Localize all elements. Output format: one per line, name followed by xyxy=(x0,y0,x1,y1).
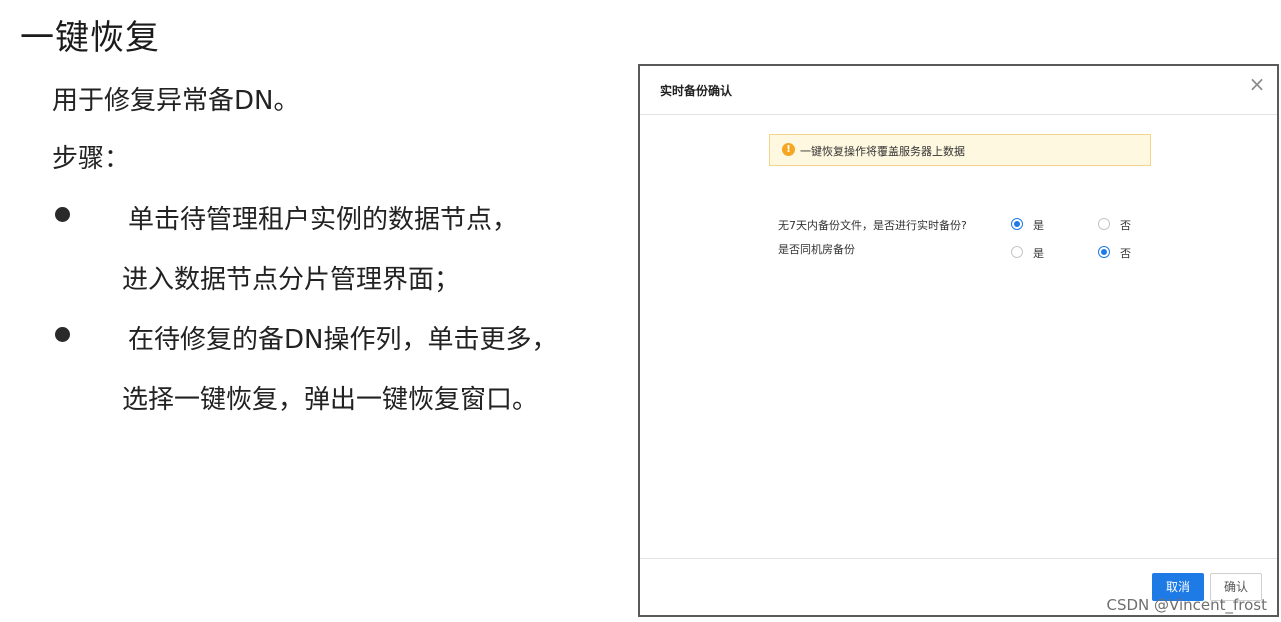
q1-no-label[interactable]: 否 xyxy=(1120,217,1131,233)
q2-no-radio[interactable] xyxy=(1098,246,1110,258)
warning-icon: ! xyxy=(782,143,795,156)
q2-yes-label[interactable]: 是 xyxy=(1033,245,1044,261)
q1-no-radio[interactable] xyxy=(1098,218,1110,230)
q2-yes-radio[interactable] xyxy=(1011,246,1023,258)
close-icon[interactable]: × xyxy=(1247,74,1267,94)
question1-label: 无7天内备份文件，是否进行实时备份? xyxy=(778,219,967,232)
q1-yes-label[interactable]: 是 xyxy=(1033,217,1044,233)
slide-title: 一键恢复 xyxy=(20,18,160,58)
step1-line2: 进入数据节点分片管理界面； xyxy=(122,265,461,295)
dialog-header: 实时备份确认 × xyxy=(640,66,1277,115)
warning-banner: ! 一键恢复操作将覆盖服务器上数据 xyxy=(769,134,1151,166)
q2-no-label[interactable]: 否 xyxy=(1120,245,1131,261)
question2-label: 是否同机房备份 xyxy=(778,243,855,256)
step1-line1: 单击待管理租户实例的数据节点， xyxy=(128,205,519,235)
q1-yes-radio[interactable] xyxy=(1011,218,1023,230)
step2-line1: 在待修复的备DN操作列，单击更多， xyxy=(128,325,558,355)
step2-line2: 选择一键恢复，弹出一键恢复窗口。 xyxy=(122,385,539,415)
intro-text: 用于修复异常备DN。 xyxy=(52,86,300,116)
dialog-title: 实时备份确认 xyxy=(660,84,733,98)
bullet-dot xyxy=(55,327,70,342)
bullet-dot xyxy=(55,207,70,222)
warning-text: 一键恢复操作将覆盖服务器上数据 xyxy=(800,145,965,158)
backup-confirm-dialog: 实时备份确认 × ! 一键恢复操作将覆盖服务器上数据 无7天内备份文件，是否进行… xyxy=(638,64,1279,617)
steps-label: 步骤： xyxy=(52,144,131,174)
watermark: CSDN @Vincent_frost xyxy=(1106,596,1268,614)
